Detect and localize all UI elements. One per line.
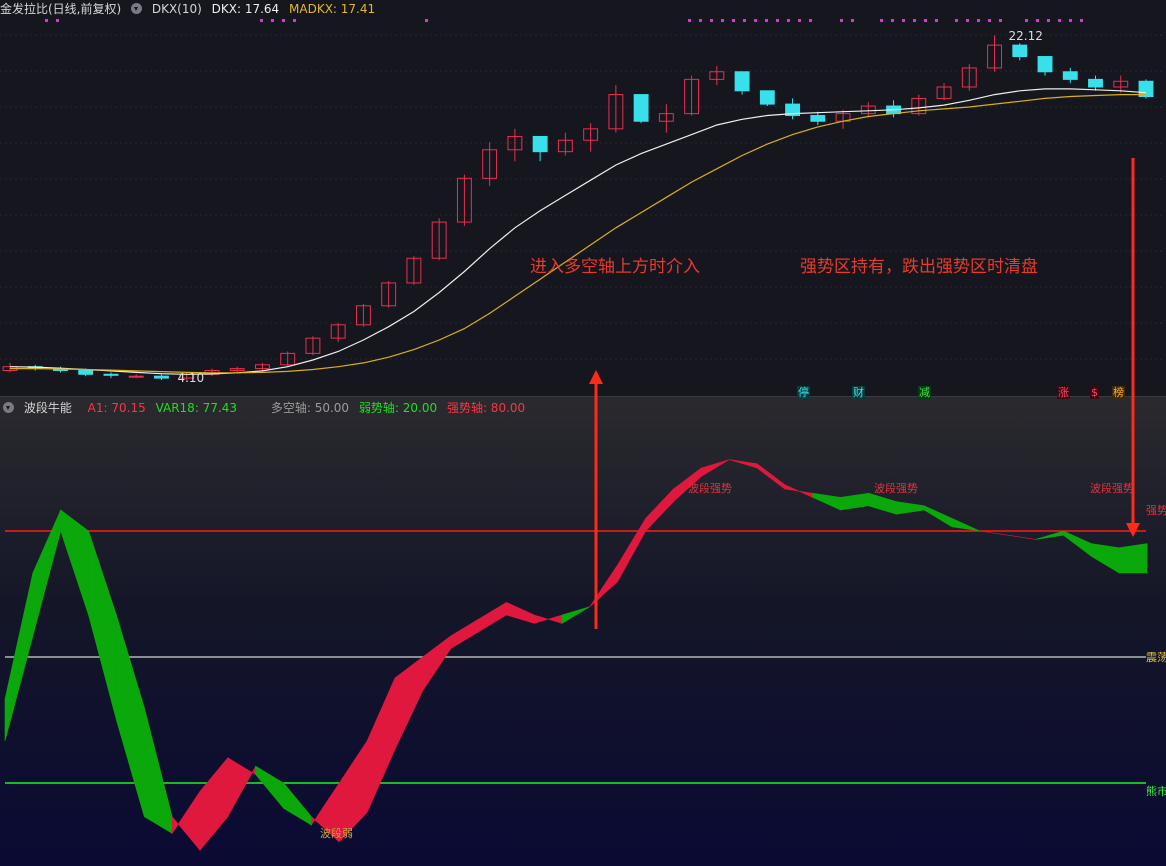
event-marker[interactable]: 涨 bbox=[1057, 386, 1070, 399]
chart-window: 22.12 4.10 波段强势 波段强势 波段弱 波段强势 强势 震荡 熊市 金发拉比(日线,… bbox=[0, 0, 1166, 866]
signal-dot bbox=[798, 19, 801, 22]
signal-dot bbox=[840, 19, 843, 22]
strong-axis-value: 强势轴: 80.00 bbox=[446, 401, 526, 415]
signal-dot bbox=[776, 19, 779, 22]
band-segment bbox=[1118, 543, 1148, 574]
price-panel-bg bbox=[0, 0, 1166, 397]
candle-body bbox=[1062, 71, 1078, 80]
dkx-value: DKX: 17.64 bbox=[211, 2, 280, 16]
chevron-down-icon[interactable] bbox=[3, 402, 14, 413]
signal-dot bbox=[282, 19, 285, 22]
signal-dot bbox=[902, 19, 905, 22]
band-label: 波段弱 bbox=[320, 826, 353, 840]
annotation-hold: 强势区持有，跌出强势区时清盘 bbox=[800, 257, 1038, 277]
band-label: 波段强势 bbox=[1090, 481, 1134, 495]
candle-body bbox=[128, 375, 144, 378]
signal-dot bbox=[880, 19, 883, 22]
weak-axis-value: 弱势轴: 20.00 bbox=[358, 401, 438, 415]
band-label: 波段强势 bbox=[688, 481, 732, 495]
signal-dot bbox=[966, 19, 969, 22]
signal-dot bbox=[732, 19, 735, 22]
signal-dot bbox=[988, 19, 991, 22]
signal-dot bbox=[809, 19, 812, 22]
indicator-panel[interactable]: 波段强势 波段强势波段弱波段强势强势震荡熊市 bbox=[0, 397, 1166, 866]
price-panel-header: 金发拉比(日线,前复权) DKX(10) DKX: 17.64 MADKX: 1… bbox=[0, 0, 1166, 18]
signal-dot bbox=[851, 19, 854, 22]
var18-value: VAR18: 77.43 bbox=[155, 401, 238, 415]
annotation-enter: 进入多空轴上方时介入 bbox=[530, 257, 700, 277]
signal-dot bbox=[1036, 19, 1039, 22]
candle bbox=[633, 94, 649, 124]
candle-body bbox=[532, 135, 548, 153]
candle-body bbox=[759, 90, 775, 105]
indicator-panel-header: 波段牛能 A1: 70.15 VAR18: 77.43 多空轴: 50.00 弱… bbox=[0, 399, 1166, 417]
candle-body bbox=[103, 373, 119, 376]
candle-body bbox=[633, 94, 649, 122]
signal-dot bbox=[977, 19, 980, 22]
signal-dot bbox=[721, 19, 724, 22]
signal-dot bbox=[891, 19, 894, 22]
signal-dot bbox=[293, 19, 296, 22]
event-marker[interactable]: 停 bbox=[797, 386, 810, 399]
candle-body bbox=[734, 71, 750, 92]
candle bbox=[759, 90, 775, 107]
signal-dot bbox=[45, 19, 48, 22]
stock-title: 金发拉比(日线,前复权) bbox=[0, 2, 122, 16]
signal-dot bbox=[1080, 19, 1083, 22]
signal-dot bbox=[924, 19, 927, 22]
a1-value: A1: 70.15 bbox=[87, 401, 146, 415]
signal-dot bbox=[425, 19, 428, 22]
signal-dot bbox=[787, 19, 790, 22]
axis-value: 多空轴: 50.00 bbox=[270, 401, 350, 415]
candle-body bbox=[78, 369, 94, 375]
event-marker[interactable]: 财 bbox=[852, 386, 865, 399]
low-price-label: 4.10 bbox=[177, 371, 204, 385]
madkx-value: MADKX: 17.41 bbox=[289, 2, 376, 16]
band-label: 波段强势 bbox=[874, 481, 918, 495]
indicator-name[interactable]: DKX(10) bbox=[152, 2, 202, 16]
event-marker[interactable]: $ bbox=[1090, 386, 1099, 399]
candle-body bbox=[1037, 56, 1053, 73]
signal-dot bbox=[688, 19, 691, 22]
signal-dot bbox=[754, 19, 757, 22]
indicator-bg bbox=[0, 397, 1166, 866]
signal-dot bbox=[1058, 19, 1061, 22]
event-marker[interactable]: 减 bbox=[918, 386, 931, 399]
signal-dot bbox=[999, 19, 1002, 22]
signal-dot bbox=[56, 19, 59, 22]
right-label-bear: 熊市 bbox=[1146, 784, 1166, 798]
candle-body bbox=[810, 115, 826, 122]
signal-dot bbox=[1025, 19, 1028, 22]
signal-dot bbox=[1069, 19, 1072, 22]
indicator-title[interactable]: 波段牛能 bbox=[24, 401, 72, 415]
signal-dot bbox=[260, 19, 263, 22]
signal-dot bbox=[955, 19, 958, 22]
candle-body bbox=[1012, 44, 1028, 58]
chevron-down-icon[interactable] bbox=[131, 3, 143, 14]
signal-dot bbox=[743, 19, 746, 22]
signal-dot bbox=[765, 19, 768, 22]
candle bbox=[734, 71, 750, 95]
signal-dot bbox=[913, 19, 916, 22]
signal-dot bbox=[935, 19, 938, 22]
signal-dot bbox=[271, 19, 274, 22]
signal-dot bbox=[699, 19, 702, 22]
candle bbox=[1138, 79, 1154, 99]
candle-body bbox=[1088, 78, 1103, 88]
candle-body bbox=[154, 375, 169, 379]
signal-dot bbox=[710, 19, 713, 22]
right-label-strong: 强势 bbox=[1146, 504, 1166, 517]
signal-dot bbox=[1047, 19, 1050, 22]
event-marker[interactable]: 榜 bbox=[1112, 386, 1125, 399]
right-label-shock: 震荡 bbox=[1146, 651, 1166, 664]
price-panel[interactable]: 22.12 4.10 bbox=[0, 0, 1166, 397]
high-price-label: 22.12 bbox=[1009, 29, 1043, 43]
